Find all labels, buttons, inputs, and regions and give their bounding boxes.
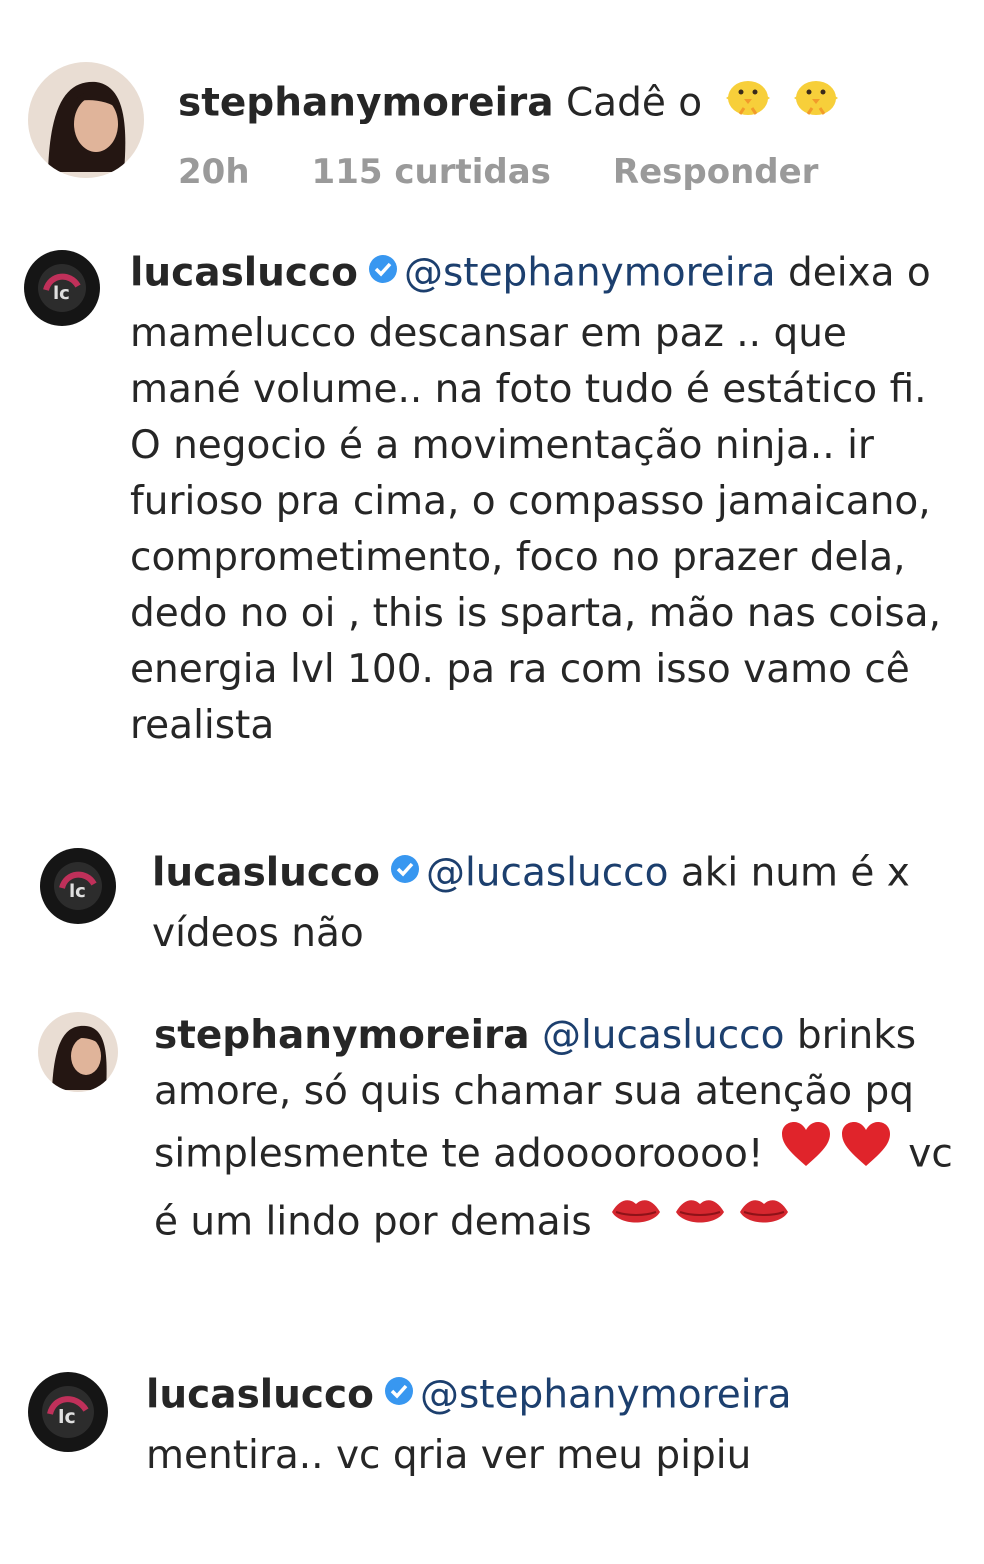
comment-username[interactable]: lucaslucco — [146, 1373, 374, 1418]
comment-username[interactable]: lucaslucco — [152, 851, 380, 896]
comment-meta: 20h 115 curtidas Responder — [178, 152, 958, 192]
avatar-photo-icon — [38, 1012, 118, 1092]
svg-text:lc: lc — [69, 881, 86, 902]
verified-badge-icon — [384, 1366, 414, 1422]
comment-username[interactable]: stephanymoreira — [178, 81, 554, 126]
kiss-mark-icon — [736, 1192, 792, 1248]
comment-mention[interactable]: @lucaslucco — [542, 1013, 785, 1058]
reply-button[interactable]: Responder — [613, 152, 819, 192]
comment-lucaslucco-2: lc lucaslucco @lucaslucco aki num é x víd… — [40, 846, 970, 962]
avatar-stephanymoreira[interactable] — [28, 62, 144, 178]
chick-icon — [786, 68, 846, 134]
avatar-lucaslucco[interactable]: lc — [24, 250, 100, 326]
verified-badge-icon — [368, 244, 398, 300]
comment-text: Cadê o — [565, 80, 703, 126]
kiss-mark-icon — [672, 1192, 728, 1248]
red-heart-icon — [840, 1120, 892, 1184]
svg-text:lc: lc — [58, 1406, 76, 1428]
comment-mention[interactable]: @stephanymoreira — [404, 251, 776, 296]
comment-time: 20h — [178, 152, 250, 192]
avatar-photo-icon: lc — [40, 848, 116, 924]
kiss-mark-icon — [608, 1192, 664, 1248]
avatar-photo-icon: lc — [24, 250, 100, 326]
comment-likes[interactable]: 115 curtidas — [312, 152, 551, 192]
comment-username[interactable]: lucaslucco — [130, 251, 358, 296]
comment-lucaslucco-1: lc lucaslucco @stephanymoreira deixa o ma… — [24, 246, 954, 754]
avatar-stephanymoreira[interactable] — [38, 1012, 118, 1092]
comment-username[interactable]: stephanymoreira — [154, 1013, 530, 1058]
comment-mention[interactable]: @stephanymoreira — [420, 1373, 792, 1418]
avatar-photo-icon — [28, 62, 144, 178]
svg-text:lc: lc — [53, 283, 70, 304]
red-heart-icon — [780, 1120, 832, 1184]
comment-mention[interactable]: @lucaslucco — [426, 851, 669, 896]
comment-stephanymoreira-2: stephanymoreira @lucaslucco brinks amore… — [38, 1010, 968, 1256]
comment-stephanymoreira-1: stephanymoreira Cadê o 20h 115 curtidas … — [28, 62, 958, 192]
comment-text: deixa o mamelucco descansar em paz .. qu… — [130, 250, 941, 749]
avatar-lucaslucco[interactable]: lc — [28, 1372, 108, 1452]
comment-lucaslucco-3: lc lucaslucco @stephanymoreira mentira.. … — [28, 1368, 968, 1484]
avatar-photo-icon: lc — [28, 1372, 108, 1452]
verified-badge-icon — [390, 844, 420, 900]
chick-icon — [718, 68, 778, 134]
comment-text: mentira.. vc qria ver meu pipiu — [146, 1433, 752, 1478]
avatar-lucaslucco[interactable]: lc — [40, 848, 116, 924]
